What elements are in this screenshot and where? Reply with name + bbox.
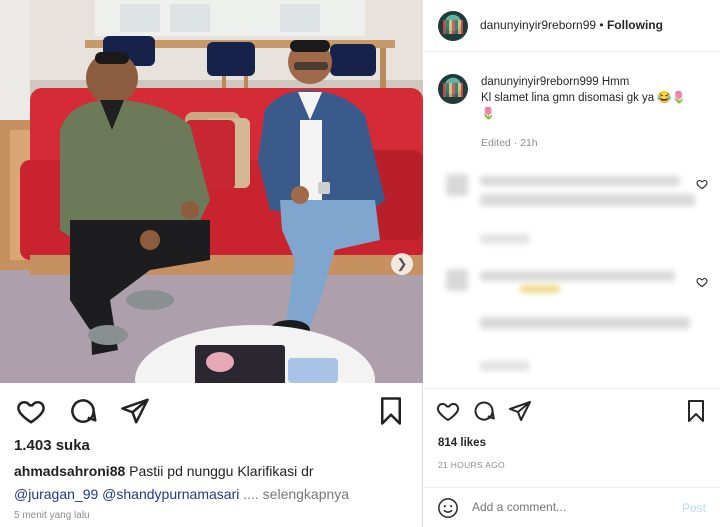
blurred-comment (440, 170, 700, 250)
comment-bar: Post (424, 487, 720, 527)
post-timestamp: 21 HOURS AGO (438, 460, 505, 470)
heart-icon[interactable] (16, 396, 46, 426)
share-icon[interactable] (120, 396, 150, 426)
post-actions (16, 396, 406, 426)
mobile-post: ❯ 1.403 suka ahmadsahroni88 Pastii pd nu… (0, 0, 423, 527)
caption-line: Kl slamet lina gmn disomasi gk ya 😂🌷 (481, 92, 687, 104)
heart-icon[interactable] (696, 178, 708, 190)
post-button[interactable]: Post (682, 501, 706, 515)
caption-text: Pastii pd nunggu Klarifikasi dr (125, 463, 314, 479)
caption-username[interactable]: ahmadsahroni88 (14, 463, 125, 479)
post-photo[interactable]: ❯ (0, 0, 423, 383)
bookmark-icon[interactable] (684, 399, 708, 423)
post-caption: ahmadsahroni88 Pastii pd nunggu Klarifik… (14, 460, 414, 506)
panel-header: danunyinyir9reborn99 • Following (424, 0, 720, 52)
post-timestamp: 5 menit yang lalu (14, 510, 90, 521)
heart-icon[interactable] (696, 276, 708, 288)
mention-link[interactable]: @juragan_99 (14, 486, 98, 502)
comment-icon[interactable] (68, 396, 98, 426)
separator-dot: • (596, 18, 607, 32)
bookmark-icon[interactable] (376, 396, 406, 426)
blurred-avatar (446, 174, 468, 196)
blurred-text (480, 271, 675, 281)
blurred-emoji (520, 285, 560, 293)
blurred-text (480, 194, 695, 206)
caption-body: danunyinyir9reborn999 Hmm Kl slamet lina… (481, 74, 711, 122)
following-button[interactable]: Following (607, 18, 663, 32)
blurred-text (480, 317, 690, 329)
caption-text: Hmm (598, 76, 630, 88)
avatar[interactable] (438, 74, 468, 104)
comment-input[interactable] (472, 500, 662, 514)
edited-timestamp: Edited · 21h (481, 137, 538, 149)
avatar[interactable] (438, 11, 468, 41)
header-username[interactable]: danunyinyir9reborn99 (480, 18, 596, 32)
blurred-text (480, 361, 530, 371)
heart-icon[interactable] (436, 399, 460, 423)
caption-line: 🌷 (481, 108, 496, 120)
blurred-comment (440, 265, 700, 375)
likes-count[interactable]: 814 likes (438, 437, 486, 449)
share-icon[interactable] (508, 399, 532, 423)
blurred-text (480, 234, 530, 244)
caption-username[interactable]: danunyinyir9reborn999 (481, 76, 599, 88)
comment-icon[interactable] (472, 399, 496, 423)
header-user: danunyinyir9reborn99 • Following (480, 18, 663, 32)
more-link[interactable]: .... selengkapnya (239, 486, 349, 502)
photo-illustration (0, 0, 423, 383)
comments-panel: danunyinyir9reborn99 • Following danunyi… (424, 0, 720, 527)
blurred-avatar (446, 269, 468, 291)
likes-count[interactable]: 1.403 suka (14, 437, 90, 454)
emoji-icon[interactable] (437, 497, 459, 519)
panel-actions: 814 likes 21 HOURS AGO (424, 388, 720, 488)
blurred-text (480, 176, 680, 186)
chevron-right-icon[interactable]: ❯ (391, 253, 413, 275)
mention-link[interactable]: @shandypurnamasari (98, 486, 239, 502)
